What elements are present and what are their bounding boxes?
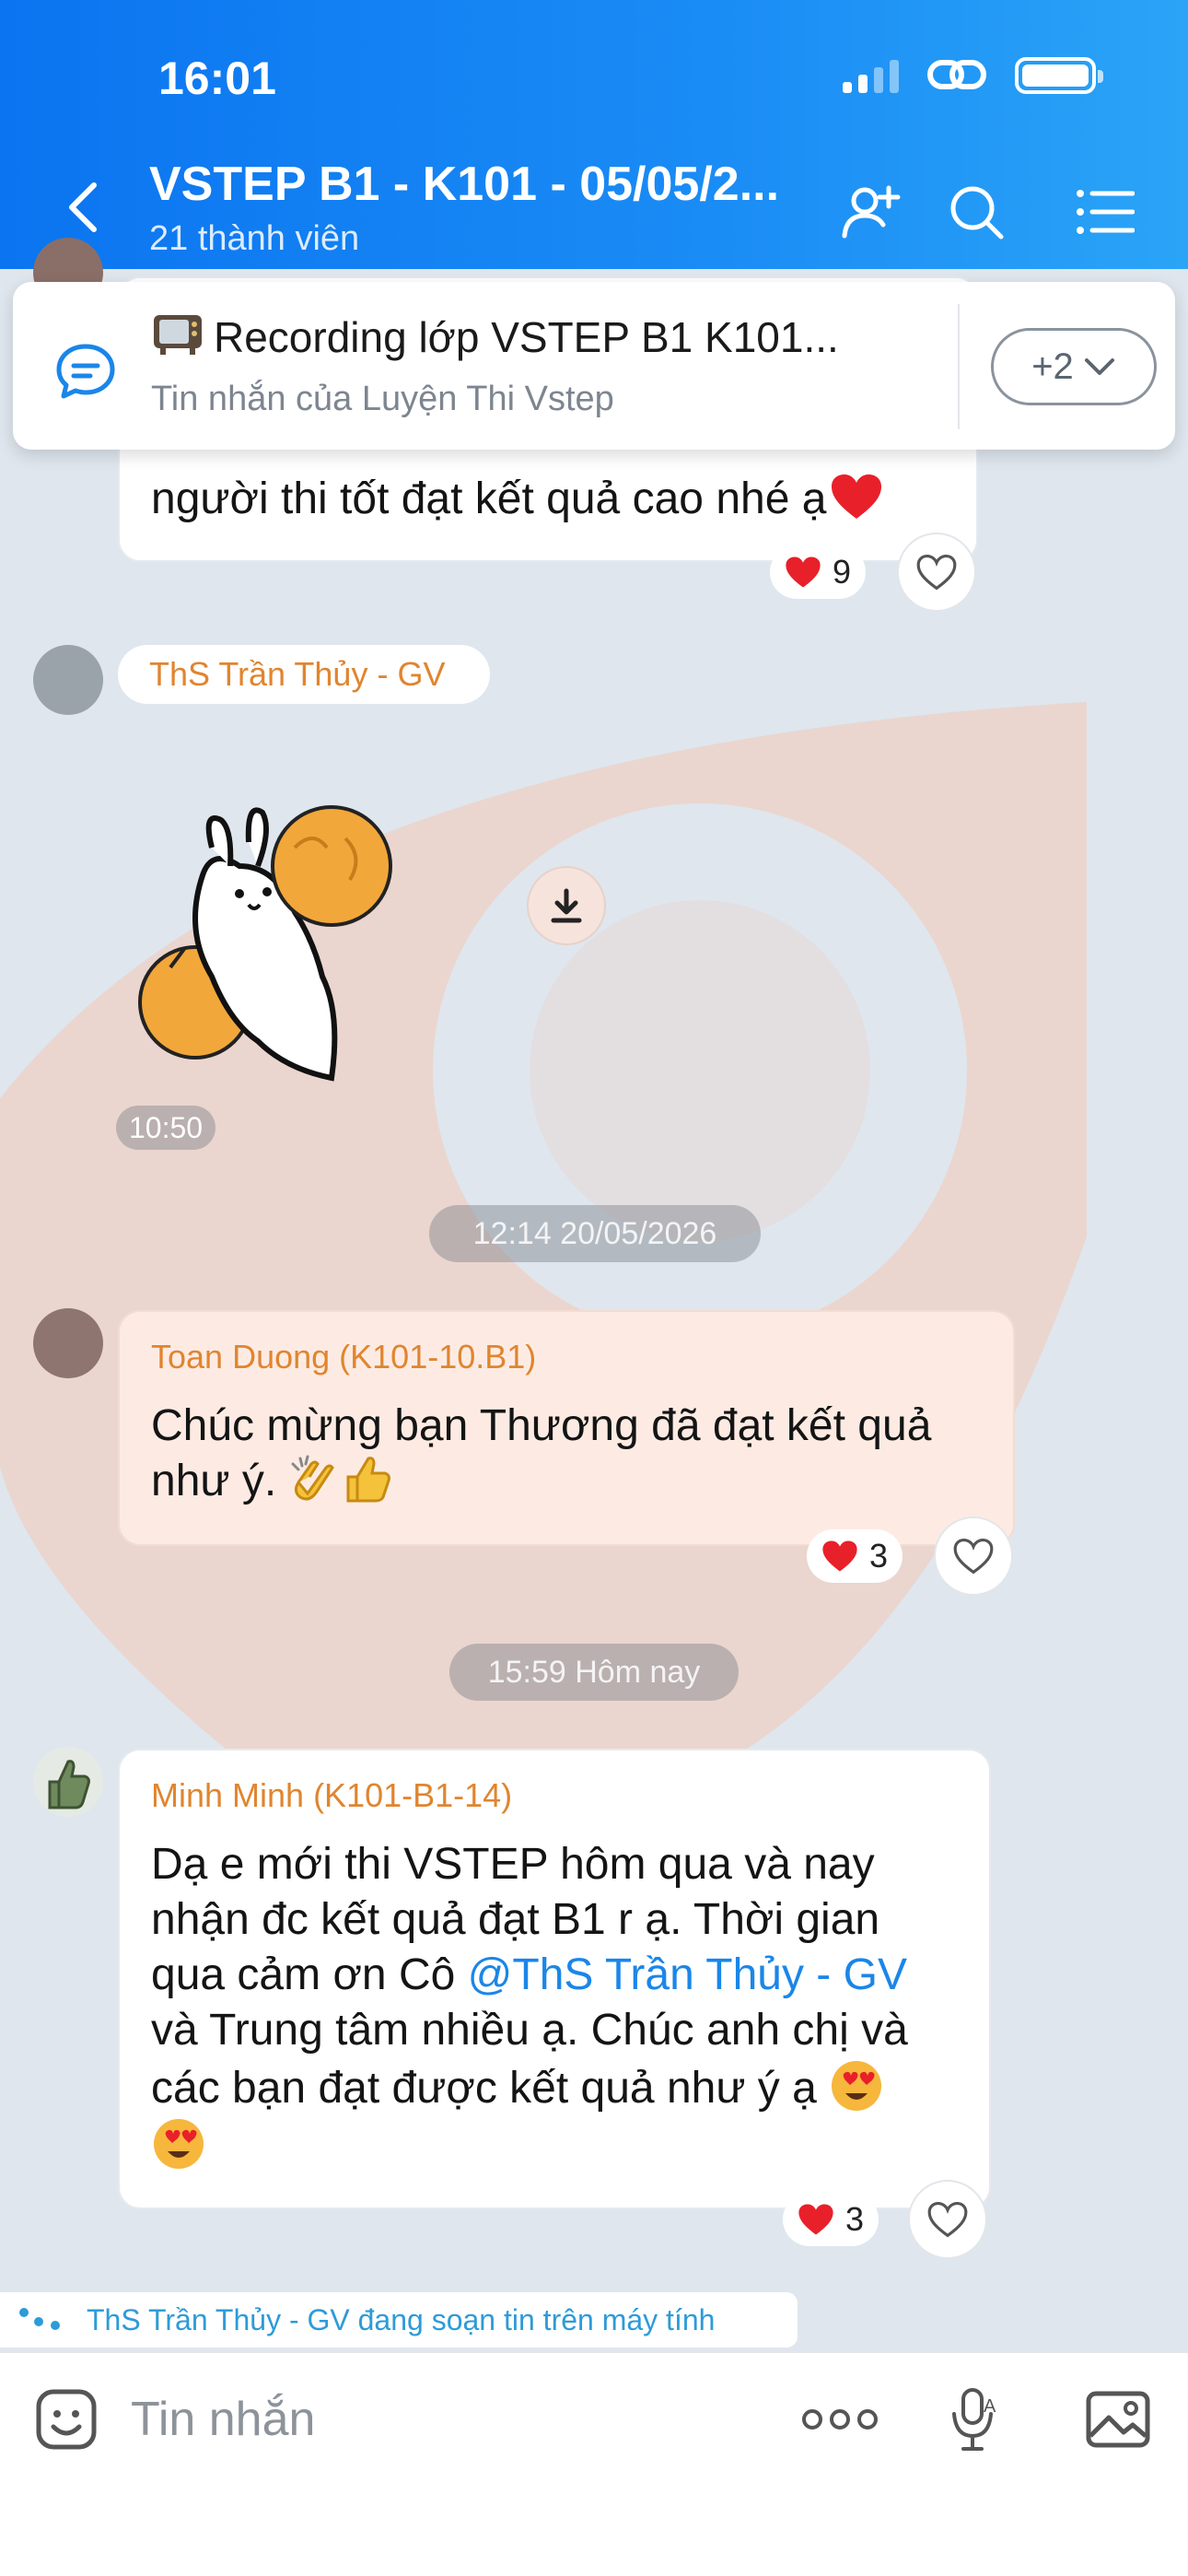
red-heart-icon xyxy=(822,1540,857,1572)
sender-name: Toan Duong (K101-10.B1) xyxy=(151,1338,537,1376)
emoji-icon xyxy=(36,2389,97,2450)
pinned-subtitle: Tin nhắn của Luyện Thi Vstep xyxy=(151,380,614,418)
more-dots-icon xyxy=(802,2409,878,2430)
react-button[interactable] xyxy=(897,533,976,612)
pinned-title-text: Recording lớp VSTEP B1 K101... xyxy=(214,313,839,361)
message-input[interactable]: Tin nhắn xyxy=(131,2392,315,2447)
chat-header: 16:01 VSTEP B1 - K101 - 05/05/2... 21 th… xyxy=(0,0,1188,269)
react-button[interactable] xyxy=(934,1516,1013,1596)
mention-link[interactable]: @ThS Trần Thủy - GV xyxy=(468,1950,907,1999)
sender-name: ThS Trần Thủy - GV xyxy=(149,655,446,693)
link-icon xyxy=(927,60,986,89)
reaction-count: 3 xyxy=(845,2200,865,2238)
react-button[interactable] xyxy=(908,2180,987,2259)
red-heart-icon xyxy=(786,556,821,588)
add-member-button[interactable] xyxy=(836,175,910,249)
add-user-icon xyxy=(842,185,901,239)
typing-dots-icon xyxy=(19,2308,60,2330)
message-input-bar: Tin nhắn A xyxy=(0,2351,1188,2576)
heart-outline-icon xyxy=(916,554,957,591)
status-icons xyxy=(843,57,1103,94)
sticker-image[interactable] xyxy=(129,792,405,1096)
sender-name-chip[interactable]: ThS Trần Thủy - GV xyxy=(118,645,490,704)
message-time: 10:50 xyxy=(116,1106,216,1150)
battery-icon xyxy=(1015,57,1103,94)
clapping-hands-emoji xyxy=(291,1455,334,1501)
search-button[interactable] xyxy=(939,175,1013,249)
svg-text:A: A xyxy=(984,2396,996,2417)
more-pinned-count: +2 xyxy=(1031,345,1074,387)
message-bubble[interactable]: Toan Duong (K101-10.B1) Chúc mừng bạn Th… xyxy=(118,1310,1015,1546)
pinned-message-card[interactable]: Recording lớp VSTEP B1 K101... Tin nhắn … xyxy=(13,282,1175,450)
more-options-button[interactable] xyxy=(801,2381,879,2458)
chat-bubble-icon xyxy=(56,344,115,399)
avatar[interactable] xyxy=(33,1308,103,1378)
image-button[interactable] xyxy=(1079,2381,1157,2458)
thumbs-up-avatar-image xyxy=(48,1760,90,1809)
message-text: Chúc mừng bạn Thương đã đạt kết quả như … xyxy=(151,1401,932,1505)
sender-name: Minh Minh (K101-B1-14) xyxy=(151,1776,513,1814)
member-count[interactable]: 21 thành viên xyxy=(149,219,359,259)
reaction-summary[interactable]: 9 xyxy=(770,545,867,599)
sticker-button[interactable] xyxy=(28,2381,105,2458)
list-icon xyxy=(1077,190,1135,234)
search-icon xyxy=(950,186,1004,240)
signal-icon xyxy=(843,58,899,93)
download-icon xyxy=(551,888,582,923)
download-button[interactable] xyxy=(527,866,606,945)
rabbit-cheer-sticker xyxy=(138,805,392,1082)
menu-button[interactable] xyxy=(1068,175,1142,249)
typing-indicator: ThS Trần Thủy - GV đang soạn tin trên má… xyxy=(0,2292,798,2348)
thumbs-up-emoji xyxy=(346,1457,390,1503)
reaction-summary[interactable]: 3 xyxy=(807,1529,903,1583)
red-heart-emoji xyxy=(832,474,882,519)
chevron-down-icon xyxy=(1084,358,1114,375)
more-pinned-button[interactable]: +2 xyxy=(991,328,1157,405)
group-title[interactable]: VSTEP B1 - K101 - 05/05/2... xyxy=(149,157,794,212)
status-time: 16:01 xyxy=(158,53,276,104)
divider xyxy=(958,304,960,429)
heart-outline-icon xyxy=(953,1538,994,1575)
reaction-summary[interactable]: 3 xyxy=(783,2193,879,2246)
image-icon xyxy=(1086,2391,1150,2448)
heart-eyes-emoji xyxy=(832,2061,882,2111)
reaction-count: 3 xyxy=(869,1537,889,1575)
back-button[interactable] xyxy=(55,175,111,240)
microphone-icon: A xyxy=(952,2388,996,2451)
message-text: người thi tốt đạt kết quả cao nhé ạ xyxy=(151,472,883,527)
avatar[interactable] xyxy=(33,645,103,715)
heart-eyes-emoji xyxy=(154,2119,204,2169)
pinned-title: Recording lớp VSTEP B1 K101... xyxy=(151,310,839,362)
typing-text: ThS Trần Thủy - GV đang soạn tin trên má… xyxy=(87,2302,716,2336)
message-bubble[interactable]: Minh Minh (K101-B1-14) Dạ e mới thi VSTE… xyxy=(118,1749,991,2209)
message-text: Dạ e mới thi VSTEP hôm qua và nay nhận đ… xyxy=(151,1837,908,2174)
avatar[interactable] xyxy=(33,1747,103,1817)
reaction-count: 9 xyxy=(833,553,852,591)
date-divider: 15:59 Hôm nay xyxy=(449,1644,739,1701)
red-heart-icon xyxy=(798,2204,833,2235)
voice-button[interactable]: A xyxy=(936,2381,1013,2458)
date-divider: 12:14 20/05/2026 xyxy=(429,1205,761,1262)
heart-outline-icon xyxy=(927,2201,968,2238)
tv-icon xyxy=(154,315,202,355)
